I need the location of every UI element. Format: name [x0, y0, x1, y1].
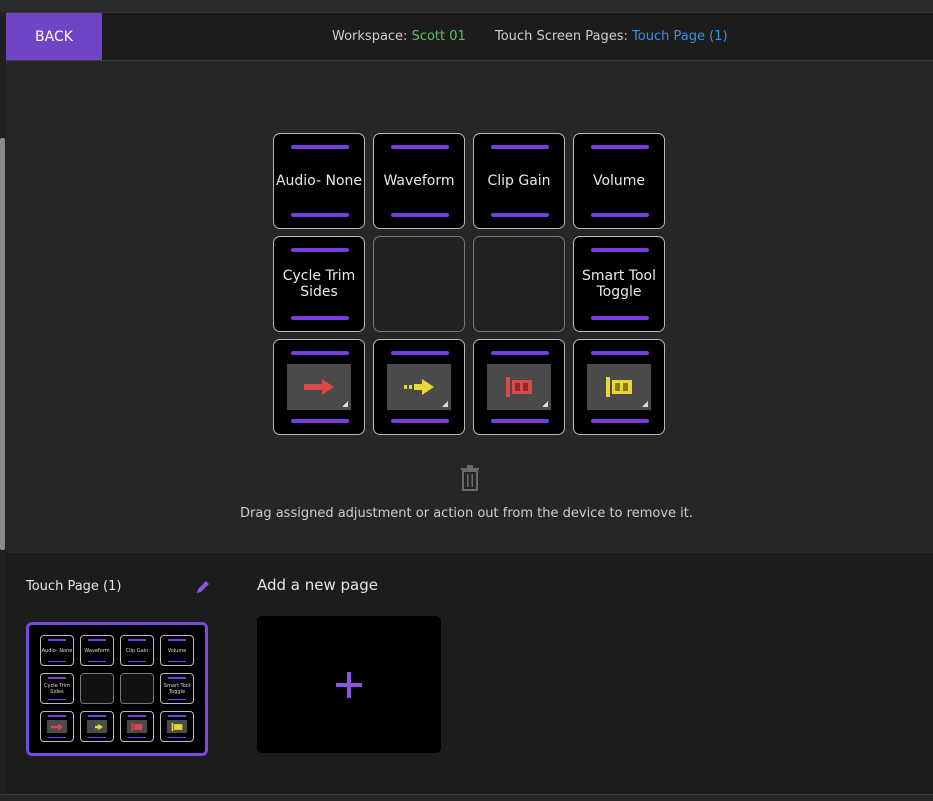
key-label: Audio- None — [275, 173, 363, 189]
workspace-label: Workspace: — [332, 29, 408, 44]
mini-key: Clip Gain — [120, 635, 154, 666]
key-top-bar — [291, 248, 349, 252]
key-cycle-trim-sides[interactable]: Cycle Trim Sides — [273, 236, 365, 332]
header-bar: BACK Workspace: Scott 01 Touch Screen Pa… — [6, 13, 933, 61]
touch-page-link[interactable]: Touch Page (1) — [632, 29, 727, 44]
key-top-bar — [391, 145, 449, 149]
key-waveform[interactable]: Waveform — [373, 133, 465, 229]
plus-icon — [336, 671, 362, 698]
mini-key — [40, 711, 74, 742]
key-yellow-arrow[interactable] — [373, 339, 465, 435]
red-arrow-icon — [287, 364, 351, 410]
back-button[interactable]: BACK — [6, 13, 102, 60]
key-smart-tool-toggle[interactable]: Smart Tool Toggle — [573, 236, 665, 332]
add-page-button[interactable] — [257, 616, 441, 753]
mini-key-empty — [80, 673, 114, 704]
vertical-scrollbar[interactable] — [0, 138, 5, 550]
page-title: Touch Page (1) — [26, 579, 122, 594]
key-bottom-bar — [291, 213, 349, 217]
touch-pages-info: Touch Screen Pages: Touch Page (1) — [495, 29, 728, 44]
mini-key-empty — [120, 673, 154, 704]
key-top-bar — [291, 351, 349, 355]
window-top-edge — [0, 0, 933, 13]
workspace-info: Workspace: Scott 01 — [332, 29, 466, 44]
mini-key: Cycle Trim Sides — [40, 673, 74, 704]
mini-key — [160, 711, 194, 742]
key-label: Volume — [592, 173, 646, 189]
key-label: Smart Tool Toggle — [582, 268, 656, 300]
key-top-bar — [391, 351, 449, 355]
key-audio-none[interactable]: Audio- None — [273, 133, 365, 229]
mini-key: Smart Tool Toggle — [160, 673, 194, 704]
key-bottom-bar — [591, 419, 649, 423]
key-label: Cycle Trim Sides — [282, 268, 356, 300]
trash-icon[interactable] — [459, 465, 481, 495]
key-bottom-bar — [591, 316, 649, 320]
key-bottom-bar — [291, 419, 349, 423]
touch-pages-label: Touch Screen Pages: — [495, 29, 628, 44]
key-top-bar — [491, 351, 549, 355]
add-page-label: Add a new page — [257, 576, 379, 594]
key-label: Clip Gain — [487, 173, 551, 189]
yellow-clip-icon — [587, 364, 651, 410]
key-top-bar — [491, 145, 549, 149]
mini-key — [80, 711, 114, 742]
key-top-bar — [591, 145, 649, 149]
key-top-bar — [591, 248, 649, 252]
key-red-clip[interactable] — [473, 339, 565, 435]
remove-hint: Drag assigned adjustment or action out f… — [240, 506, 693, 521]
key-top-bar — [591, 351, 649, 355]
key-red-arrow[interactable] — [273, 339, 365, 435]
red-clip-icon — [487, 364, 551, 410]
key-empty[interactable] — [373, 236, 465, 332]
mini-key: Audio- None — [40, 635, 74, 666]
key-empty[interactable] — [473, 236, 565, 332]
page-thumbnail[interactable]: Audio- None Waveform Clip Gain Volume Cy… — [26, 622, 208, 756]
workspace-name[interactable]: Scott 01 — [412, 29, 466, 44]
pencil-icon[interactable] — [196, 579, 211, 598]
yellow-arrow-icon — [387, 364, 451, 410]
key-bottom-bar — [391, 213, 449, 217]
mini-key — [120, 711, 154, 742]
key-bottom-bar — [291, 316, 349, 320]
key-bottom-bar — [591, 213, 649, 217]
key-top-bar — [291, 145, 349, 149]
key-volume[interactable]: Volume — [573, 133, 665, 229]
key-clip-gain[interactable]: Clip Gain — [473, 133, 565, 229]
key-bottom-bar — [391, 419, 449, 423]
mini-key: Waveform — [80, 635, 114, 666]
key-yellow-clip[interactable] — [573, 339, 665, 435]
mini-key: Volume — [160, 635, 194, 666]
key-label: Waveform — [383, 173, 455, 189]
pages-panel: Touch Page (1) Audio- None Waveform Clip… — [6, 553, 933, 794]
key-bottom-bar — [491, 213, 549, 217]
key-bottom-bar — [491, 419, 549, 423]
